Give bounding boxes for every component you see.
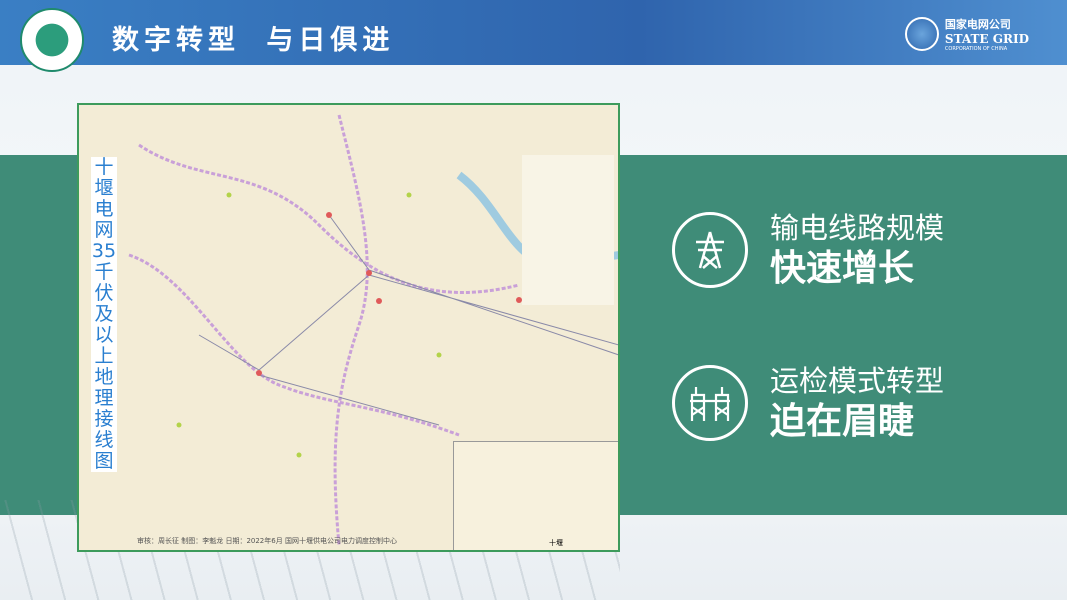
feature-line2: 迫在眉睫 bbox=[770, 401, 915, 442]
feature-line1: 运检模式转型 bbox=[770, 364, 945, 398]
brand-cn: 国家电网公司 bbox=[944, 18, 1011, 31]
map-footer: 审核：周长征 制图：李魁龙 日期：2022年6月 国网十堰供电公司电力调度控制中… bbox=[137, 537, 397, 545]
transmission-tower-icon bbox=[672, 212, 748, 288]
state-grid-logo bbox=[20, 8, 84, 72]
feature-line1: 输电线路规模 bbox=[770, 211, 945, 245]
substation-icon bbox=[672, 365, 748, 441]
brand-en: STATE GRID bbox=[944, 32, 1029, 46]
feature-line2: 快速增长 bbox=[770, 248, 915, 289]
map-inset: 十堰 bbox=[453, 441, 618, 550]
state-grid-brand: 国家电网公司 STATE GRID CORPORATION OF CHINA bbox=[904, 16, 1029, 52]
map-title: 十堰电网35千伏及以上地理接线图 bbox=[91, 156, 117, 472]
feature-transmission: 输电线路规模 快速增长 bbox=[672, 209, 944, 291]
brand-sub: CORPORATION OF CHINA bbox=[944, 46, 1008, 52]
inset-label: 十堰 bbox=[549, 539, 563, 547]
header-bar: 数字转型 与日俱进 国家电网公司 STATE GRID CORPORATION OF… bbox=[0, 0, 1067, 72]
grid-map: 十堰 十堰电网35千伏及以上地理接线图 审核：周长征 制图：李魁龙 日期：202… bbox=[77, 103, 620, 552]
page-title: 数字转型 与日俱进 bbox=[112, 25, 395, 56]
map-legend bbox=[522, 155, 614, 305]
globe-icon bbox=[904, 17, 939, 51]
feature-maintenance: 运检模式转型 迫在眉睫 bbox=[672, 362, 944, 444]
